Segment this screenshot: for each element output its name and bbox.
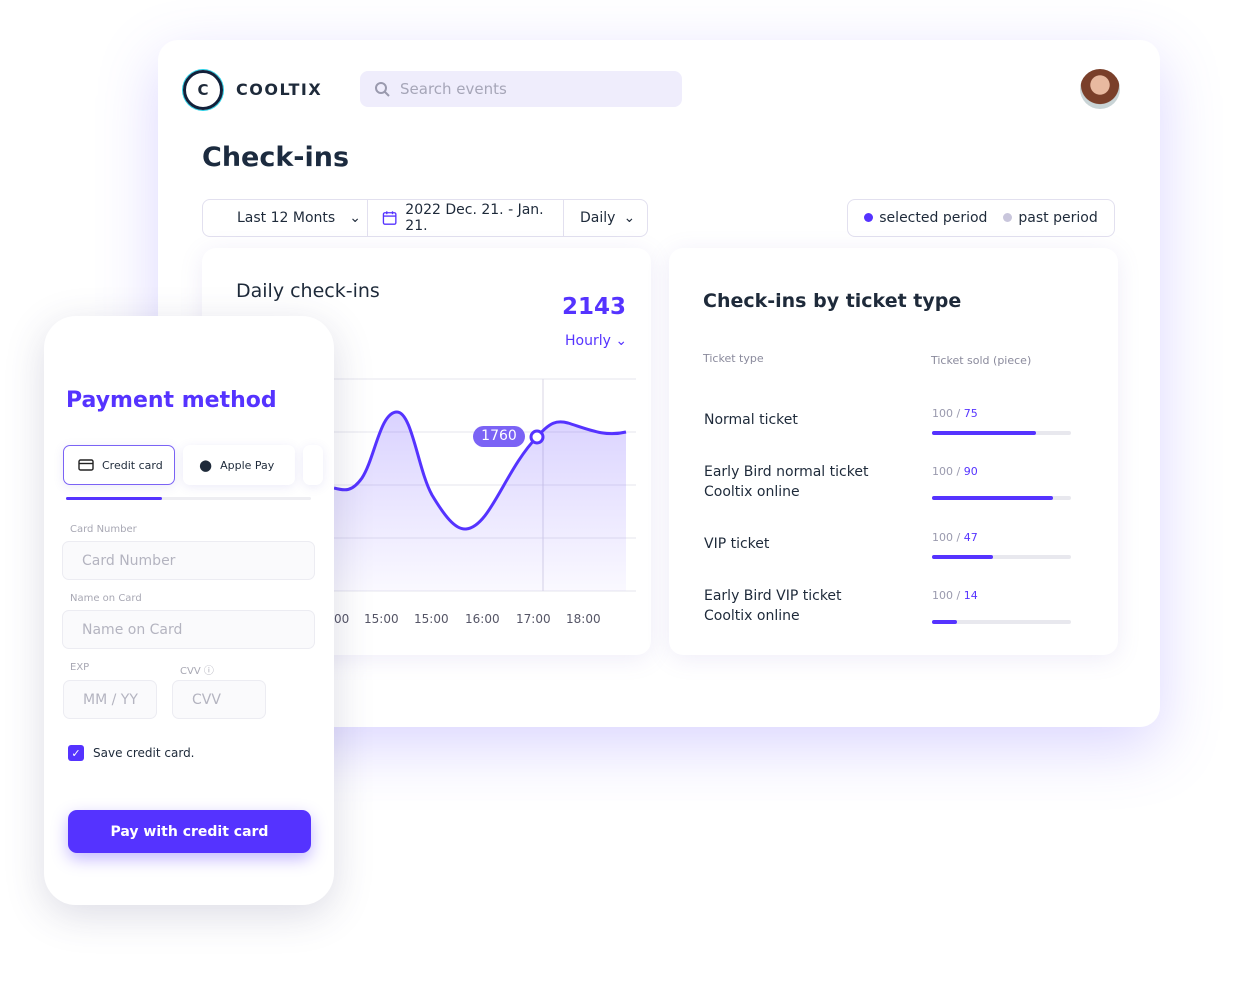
checkbox-checked-icon: ✓ (68, 745, 84, 761)
apple-icon: ● (199, 456, 213, 474)
ticket-progress-bar (932, 555, 1071, 559)
cvv-label: CVV ⓘ (180, 666, 214, 677)
ticket-progress-fill (932, 620, 958, 624)
ticket-row-name: Normal ticket (704, 412, 798, 428)
card-number-input[interactable]: Card Number (62, 541, 315, 580)
ticket-progress-bar (932, 431, 1071, 435)
ticket-row-count: 100 / 47 (932, 531, 978, 544)
col-ticket-sold: Ticket sold (piece) (931, 354, 1032, 367)
ticket-progress-fill (932, 431, 1037, 435)
ticket-row-name: Early Bird VIP ticket Cooltix online (704, 588, 842, 624)
save-card-checkbox[interactable]: ✓ Save credit card. (68, 745, 195, 761)
exp-label: EXP (70, 662, 90, 673)
x-tick: 00 (334, 612, 350, 626)
help-icon[interactable]: ⓘ (204, 666, 214, 677)
x-tick: 17:00 (516, 612, 551, 626)
ticket-row-name: VIP ticket (704, 536, 770, 552)
pay-button[interactable]: Pay with credit card (68, 810, 311, 853)
name-on-card-input[interactable]: Name on Card (62, 610, 315, 649)
ticket-row-count: 100 / 14 (932, 589, 978, 602)
ticket-row-count: 100 / 75 (932, 407, 978, 420)
tab-indicator (66, 497, 311, 500)
exp-input[interactable]: MM / YY (63, 680, 157, 719)
tooltip-value: 1760 (481, 428, 517, 444)
payment-title: Payment method (66, 388, 277, 413)
ticket-title: Check-ins by ticket type (703, 290, 962, 312)
ticket-progress-fill (932, 555, 994, 559)
x-tick: 16:00 (465, 612, 500, 626)
ticket-row-count: 100 / 90 (932, 465, 978, 478)
payment-panel: Payment method Credit card ● Apple Pay C… (44, 316, 334, 905)
x-tick: 15:00 (414, 612, 449, 626)
tab-apple-pay[interactable]: ● Apple Pay (183, 445, 295, 485)
x-tick: 18:00 (566, 612, 601, 626)
tab-credit-card[interactable]: Credit card (63, 445, 175, 485)
ticket-row-name: Early Bird normal ticket Cooltix online (704, 464, 869, 500)
cvv-input[interactable]: CVV (172, 680, 266, 719)
ticket-progress-bar (932, 620, 1071, 624)
card-number-label: Card Number (70, 524, 137, 535)
tab-more[interactable] (303, 445, 323, 485)
credit-card-icon (78, 459, 94, 471)
ticket-progress-bar (932, 496, 1071, 500)
highlight-point[interactable] (529, 429, 545, 445)
x-tick: 15:00 (364, 612, 399, 626)
name-label: Name on Card (70, 593, 142, 604)
ticket-progress-fill (932, 496, 1053, 500)
col-ticket-type: Ticket type (703, 352, 764, 365)
